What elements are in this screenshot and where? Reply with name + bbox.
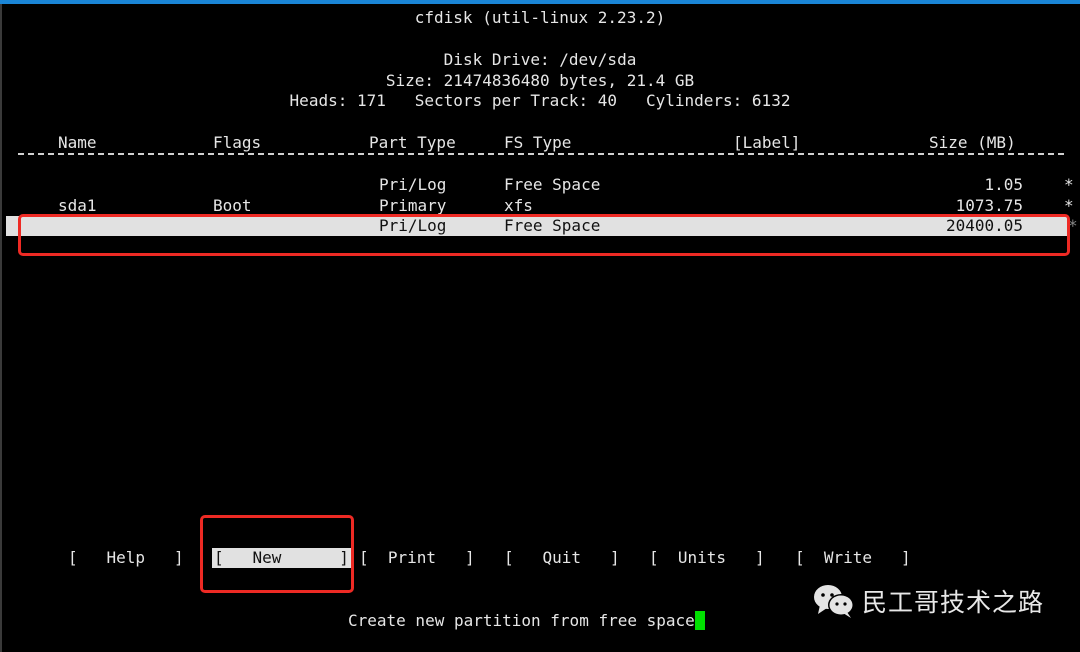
disk-geometry: Heads: 171 Sectors per Track: 40 Cylinde… — [289, 91, 791, 110]
row-part-type: Primary — [379, 196, 447, 215]
row-flags: Boot — [213, 196, 252, 215]
terminal-cursor — [694, 611, 705, 630]
annotation-highlight-free-space-row — [18, 214, 1070, 256]
row-part-type: Pri/Log — [379, 175, 447, 194]
header-separator — [18, 153, 1064, 155]
column-header-size: Size (MB) — [929, 133, 1016, 152]
row-fs-type: xfs — [504, 196, 533, 215]
wechat-icon — [814, 585, 854, 618]
disk-drive: Disk Drive: /dev/sda — [443, 50, 637, 69]
menu-print-button[interactable]: [ Print ] — [359, 548, 475, 568]
column-header-part-type: Part Type — [369, 133, 456, 152]
status-text: Create new partition from free space — [348, 611, 695, 630]
column-header-fs-type: FS Type — [504, 133, 572, 152]
watermark: 民工哥技术之路 — [812, 583, 1044, 619]
window-title-bar — [0, 0, 1080, 4]
menu-units-button[interactable]: [ Units ] — [649, 548, 765, 568]
row-size: 1073.75 — [955, 196, 1023, 215]
row-marker: * — [1064, 196, 1074, 215]
row-name: sda1 — [58, 196, 97, 215]
column-header-name: Name — [58, 133, 97, 152]
column-header-label: [Label] — [733, 133, 801, 152]
watermark-text: 民工哥技术之路 — [862, 588, 1045, 617]
disk-size: Size: 21474836480 bytes, 21.4 GB — [385, 71, 695, 90]
status-line: Create new partition from free space — [348, 611, 705, 631]
menu-help-button[interactable]: [ Help ] — [68, 548, 184, 568]
row-marker: * — [1064, 175, 1074, 194]
row-fs-type: Free Space — [504, 175, 601, 194]
column-header-flags: Flags — [213, 133, 262, 152]
menu-new-button[interactable]: [ New ] — [212, 548, 351, 568]
menu-quit-button[interactable]: [ Quit ] — [504, 548, 620, 568]
row-size: 1.05 — [984, 175, 1023, 194]
app-title: cfdisk (util-linux 2.23.2) — [414, 8, 666, 27]
menu-write-button[interactable]: [ Write ] — [795, 548, 911, 568]
